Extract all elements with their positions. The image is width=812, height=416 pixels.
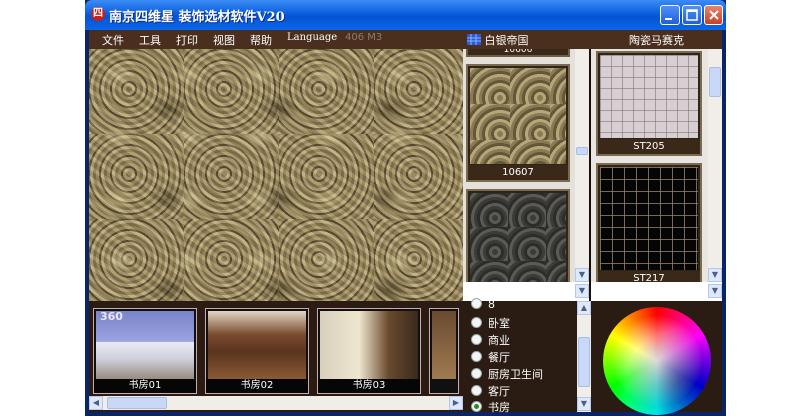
swatch-list-right: ST205 ST217 [591,49,708,282]
room-type-option[interactable]: 商业 [471,332,510,348]
color-wheel[interactable] [603,307,711,415]
swatch-label: ST217 [598,271,700,282]
room-type-label: 餐厅 [488,351,510,364]
room-type-label: 8 [488,298,495,311]
room-caption: 书房02 [206,379,308,393]
room-type-option[interactable]: 卧室 [471,315,510,331]
thumbnail-scrollbar[interactable]: ◀ ▶ [89,396,463,410]
swatch-label: 10606 [468,49,568,55]
menu-help[interactable]: 帮助 [250,32,272,48]
scroll-thumb[interactable] [576,147,588,155]
room-type-label: 卧室 [488,317,510,330]
title-bar[interactable]: 四 南京四维星 装饰选材软件V20 [85,0,726,30]
grid-icon [467,34,481,45]
window-title: 南京四维星 装饰选材软件V20 [109,10,285,25]
room-thumbnail[interactable]: 书房03 [317,308,421,394]
room-caption: 书房03 [318,379,420,393]
swatch-tile[interactable]: 10607 [466,64,570,182]
app-logo-icon: 四 [91,7,105,21]
menu-tools[interactable]: 工具 [139,32,161,48]
scroll-thumb[interactable] [709,67,721,97]
swatch-image [470,68,566,164]
room-type-label: 厨房卫生间 [488,368,543,381]
category-left-label: 白银帝国 [484,34,529,47]
swatch-left-scrollbar[interactable]: ▼ [575,49,589,282]
room-type-list: 8 卧室 商业 餐厅 厨房卫生间 客厅 书房 ▲ ▼ [463,298,591,415]
room-type-label: 商业 [488,334,510,347]
badge-360: 360 [100,310,123,323]
dropdown-arrow-icon[interactable]: ▼ [708,284,722,298]
material-preview[interactable] [89,49,463,301]
scroll-down-arrow[interactable]: ▼ [575,268,589,282]
room-type-option[interactable]: 客厅 [471,383,510,399]
close-button[interactable] [704,5,723,25]
radio-button[interactable] [471,368,482,379]
menu-disabled-text: 406 M3 [345,32,383,43]
dropdown-arrow-icon[interactable]: ▼ [575,284,589,298]
radio-button[interactable] [471,351,482,362]
swatch-label: ST205 [598,139,700,154]
swatch-tile[interactable]: ST217 [596,163,702,282]
room-type-option[interactable]: 厨房卫生间 [471,366,543,382]
radio-button[interactable] [471,298,482,309]
scroll-thumb[interactable] [107,397,167,409]
scroll-up-arrow[interactable]: ▲ [577,301,591,315]
maximize-button[interactable] [682,5,702,25]
swatch-list-left: 10606 10607 [463,49,575,282]
scroll-down-arrow[interactable]: ▼ [577,397,591,411]
room-image [208,311,306,379]
menu-language[interactable]: Language [287,32,337,43]
minimize-button[interactable] [660,5,680,25]
scroll-left-arrow[interactable]: ◀ [89,396,103,410]
app-window: 四 南京四维星 装饰选材软件V20 文件 工具 打印 视图 帮助 Languag… [85,0,726,416]
room-thumbnail[interactable] [429,308,459,394]
swatch-tile[interactable] [466,189,570,282]
room-type-label: 书房 [488,401,510,414]
swatch-right-scrollbar[interactable]: ▼ [708,49,722,282]
room-caption: 书房01 [94,379,196,393]
room-image [432,311,456,379]
maximize-icon [686,9,698,21]
dropdown-right[interactable]: ▼ [591,282,722,301]
room-image [320,311,418,379]
swatch-tile[interactable]: ST205 [596,51,702,156]
radio-button[interactable] [471,317,482,328]
category-right[interactable]: 陶瓷马赛克 [629,32,684,48]
swatch-tile[interactable]: 10606 [466,49,570,57]
scroll-right-arrow[interactable]: ▶ [449,396,463,410]
menu-bar: 文件 工具 打印 视图 帮助 Language 406 M3 白银帝国 陶瓷马赛… [89,30,722,49]
color-wheel-panel [591,301,722,415]
scroll-thumb[interactable] [578,337,590,387]
minimize-icon [665,18,672,20]
menu-print[interactable]: 打印 [176,32,198,48]
room-type-option[interactable]: 餐厅 [471,349,510,365]
room-type-option[interactable]: 8 [471,298,495,314]
swatch-image [600,167,698,270]
scroll-down-arrow[interactable]: ▼ [708,268,722,282]
room-thumbnail[interactable]: 书房02 [205,308,309,394]
radio-button[interactable] [471,385,482,396]
app-frame: 文件 工具 打印 视图 帮助 Language 406 M3 白银帝国 陶瓷马赛… [89,30,722,415]
close-icon [709,10,719,20]
room-type-scrollbar[interactable]: ▲ ▼ [577,301,591,412]
category-left[interactable]: 白银帝国 [467,32,529,48]
swatch-image [600,55,698,138]
room-type-option[interactable]: 书房 [471,399,510,415]
swatch-image [470,193,566,282]
swatch-label: 10607 [468,165,568,180]
room-thumbnail[interactable]: 360 书房01 [93,308,197,394]
radio-button-selected[interactable] [471,401,482,412]
room-type-label: 客厅 [488,385,510,398]
menu-view[interactable]: 视图 [213,32,235,48]
menu-file[interactable]: 文件 [102,32,124,48]
radio-button[interactable] [471,334,482,345]
